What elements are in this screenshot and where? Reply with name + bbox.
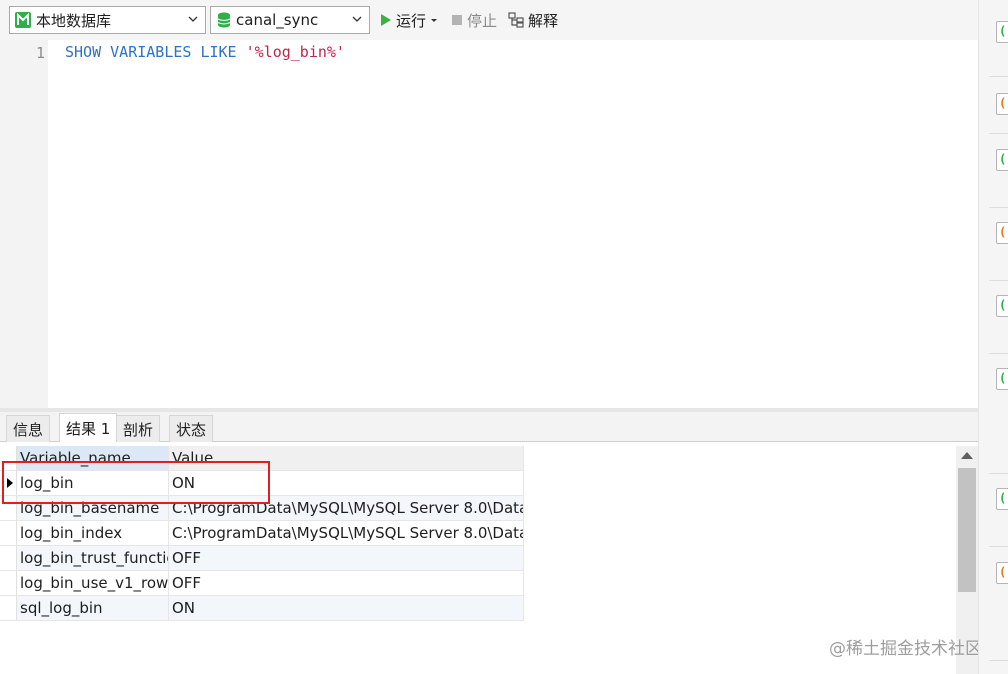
table-row[interactable]: sql_log_bin ON bbox=[0, 596, 524, 621]
snippet-item[interactable]: ( bbox=[996, 295, 1008, 317]
explain-button[interactable]: 解释 bbox=[508, 8, 558, 32]
explain-icon bbox=[508, 12, 524, 28]
divider bbox=[989, 76, 1008, 77]
snippet-item[interactable]: ( bbox=[996, 222, 1008, 244]
cell-variable-name[interactable]: log_bin_use_v1_row_events bbox=[17, 571, 169, 595]
tab-result-1[interactable]: 结果 1 bbox=[59, 413, 118, 443]
snippet-brace-icon: ( bbox=[999, 371, 1007, 385]
run-button[interactable]: 运行 bbox=[380, 8, 438, 32]
cell-variable-name[interactable]: sql_log_bin bbox=[17, 596, 169, 620]
tab-label: 信息 bbox=[13, 420, 44, 439]
cell-value[interactable]: C:\ProgramData\MySQL\MySQL Server 8.0\Da… bbox=[169, 521, 524, 545]
snippet-brace-icon: ( bbox=[999, 491, 1007, 505]
row-indicator bbox=[0, 571, 17, 595]
chevron-down-icon bbox=[188, 16, 198, 22]
tab-profile[interactable]: 剖析 bbox=[116, 415, 161, 442]
tab-label: 结果 1 bbox=[66, 420, 111, 438]
divider bbox=[989, 207, 1008, 208]
cell-value[interactable]: OFF bbox=[169, 546, 524, 570]
divider bbox=[989, 660, 1008, 661]
line-number: 1 bbox=[35, 44, 45, 62]
row-indicator bbox=[0, 521, 17, 545]
cell-variable-name[interactable]: log_bin_trust_function_creators bbox=[17, 546, 169, 570]
sql-editor[interactable]: 1 SHOW VARIABLES LIKE '%log_bin%' bbox=[0, 40, 978, 410]
snippet-brace-icon: ( bbox=[999, 565, 1007, 579]
stop-icon bbox=[452, 15, 462, 25]
sql-keyword: SHOW bbox=[65, 43, 102, 61]
snippet-brace-icon: ( bbox=[999, 152, 1007, 166]
divider bbox=[989, 473, 1008, 474]
cell-value[interactable]: ON bbox=[169, 596, 524, 620]
stop-label: 停止 bbox=[467, 11, 498, 30]
snippet-brace-icon: ( bbox=[999, 225, 1007, 239]
explain-label: 解释 bbox=[528, 11, 559, 30]
snippet-brace-icon: ( bbox=[999, 24, 1007, 38]
tab-label: 状态 bbox=[176, 420, 207, 439]
snippet-brace-icon: ( bbox=[999, 96, 1007, 110]
table-row[interactable]: log_bin_trust_function_creators OFF bbox=[0, 546, 524, 571]
stop-button[interactable]: 停止 bbox=[451, 8, 497, 32]
run-dropdown-icon[interactable] bbox=[430, 16, 438, 24]
divider bbox=[989, 546, 1008, 547]
database-select[interactable]: canal_sync bbox=[210, 6, 370, 34]
scroll-up-arrow-icon[interactable] bbox=[961, 452, 973, 459]
database-icon bbox=[217, 12, 231, 28]
snippet-brace-icon: ( bbox=[999, 298, 1007, 312]
run-label: 运行 bbox=[396, 11, 427, 30]
snippet-item[interactable]: ( bbox=[996, 562, 1008, 584]
snippet-item[interactable]: ( bbox=[996, 21, 1008, 43]
database-label: canal_sync bbox=[236, 11, 319, 29]
play-icon bbox=[381, 14, 391, 26]
row-indicator bbox=[0, 596, 17, 620]
table-row[interactable]: log_bin_use_v1_row_events OFF bbox=[0, 571, 524, 596]
cell-variable-name[interactable]: log_bin_index bbox=[17, 521, 169, 545]
line-gutter: 1 bbox=[0, 40, 48, 410]
cell-value[interactable]: OFF bbox=[169, 571, 524, 595]
watermark: @稀土掘金技术社区 bbox=[829, 639, 982, 659]
tab-status[interactable]: 状态 bbox=[169, 415, 214, 442]
connection-label: 本地数据库 bbox=[36, 11, 112, 30]
snippet-item[interactable]: ( bbox=[996, 488, 1008, 510]
divider bbox=[989, 133, 1008, 134]
mysql-dolphin-icon bbox=[15, 12, 31, 28]
sql-keyword: LIKE bbox=[200, 43, 237, 61]
divider bbox=[989, 280, 1008, 281]
tab-label: 剖析 bbox=[123, 420, 154, 439]
connection-select[interactable]: 本地数据库 bbox=[9, 6, 206, 34]
sql-string-literal: '%log_bin%' bbox=[245, 43, 345, 61]
tab-info[interactable]: 信息 bbox=[6, 415, 51, 442]
snippet-item[interactable]: ( bbox=[996, 93, 1008, 115]
snippet-panel: ( ( ( ( ( ( ( ( bbox=[978, 0, 1008, 674]
result-tabbar: 信息 结果 1 剖析 状态 bbox=[0, 412, 978, 443]
scrollbar-thumb[interactable] bbox=[958, 468, 976, 592]
snippet-item[interactable]: ( bbox=[996, 368, 1008, 390]
sql-code-line[interactable]: SHOW VARIABLES LIKE '%log_bin%' bbox=[65, 43, 345, 61]
divider bbox=[989, 353, 1008, 354]
snippet-item[interactable]: ( bbox=[996, 149, 1008, 171]
annotation-highlight-box bbox=[2, 461, 270, 504]
toolbar: 本地数据库 canal_sync 运行 停止 解释 bbox=[0, 0, 978, 40]
table-row[interactable]: log_bin_index C:\ProgramData\MySQL\MySQL… bbox=[0, 521, 524, 546]
sql-keyword: VARIABLES bbox=[110, 43, 192, 61]
row-indicator bbox=[0, 546, 17, 570]
chevron-down-icon bbox=[352, 16, 362, 22]
